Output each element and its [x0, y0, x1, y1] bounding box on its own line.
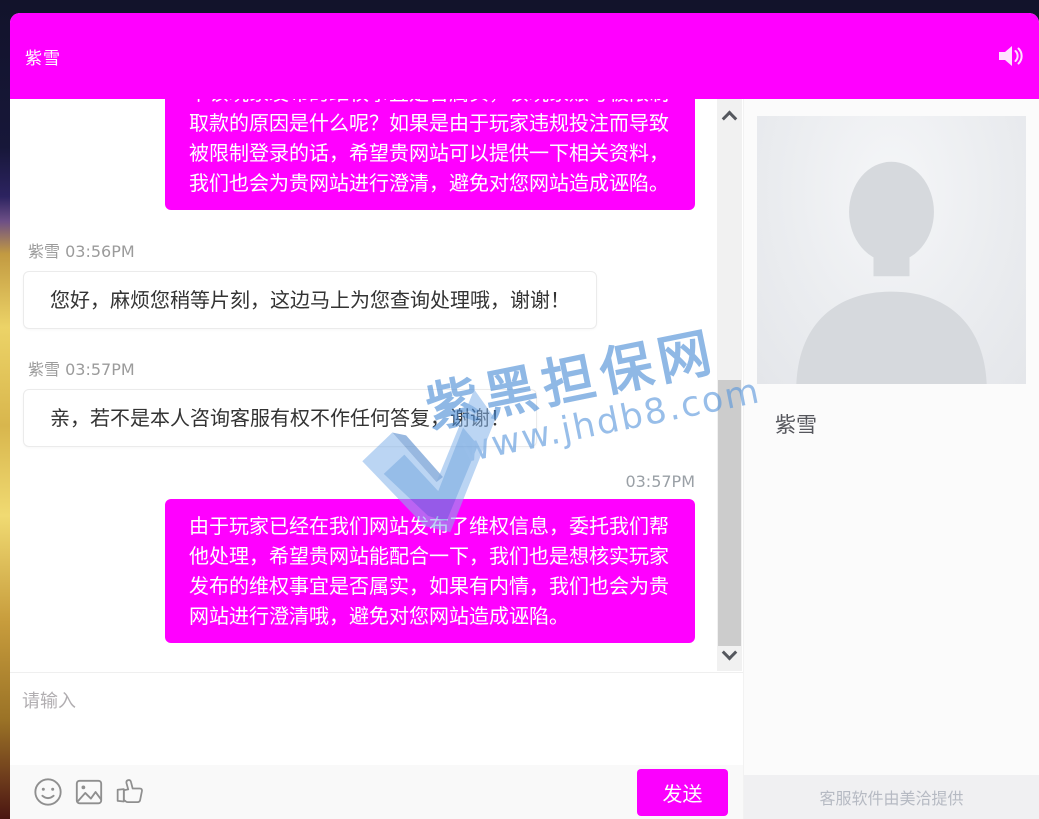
- scrollbar-thumb[interactable]: [718, 380, 741, 646]
- agent-avatar: [757, 116, 1026, 384]
- scroll-down-icon[interactable]: [717, 645, 742, 665]
- chat-column: 下该玩家发布的维权事宜是否属实，该玩家账号被限制取款的原因是什么呢？如果是由于玩…: [10, 99, 743, 819]
- emoji-icon[interactable]: [33, 777, 63, 807]
- message-bubble-outgoing: 下该玩家发布的维权事宜是否属实，该玩家账号被限制取款的原因是什么呢？如果是由于玩…: [165, 99, 695, 210]
- message-list: 下该玩家发布的维权事宜是否属实，该玩家账号被限制取款的原因是什么呢？如果是由于玩…: [10, 99, 743, 672]
- thumbs-up-icon[interactable]: [115, 777, 145, 807]
- message-meta: 紫雪 03:56PM: [28, 238, 135, 262]
- header-agent-name: 紫雪: [25, 44, 61, 69]
- send-button[interactable]: 发送: [637, 769, 728, 816]
- message-meta: 紫雪 03:57PM: [28, 356, 135, 380]
- message-timestamp: 03:57PM: [625, 472, 695, 491]
- chat-input[interactable]: 请输入: [10, 672, 743, 765]
- speaker-icon[interactable]: [998, 44, 1025, 68]
- message-bubble-incoming: 亲，若不是本人咨询客服有权不作任何答复，谢谢！: [23, 389, 537, 447]
- sidebar: 紫雪 客服软件由美洽提供: [743, 99, 1039, 819]
- chat-toolbar: 发送: [10, 765, 743, 819]
- agent-name: 紫雪: [775, 409, 1039, 439]
- app-background: { "header": { "title": "紫雪" }, "chat": {…: [0, 0, 1039, 819]
- chat-widget: 紫雪 下该玩家发布的维权事宜是否属实，该玩家账号被限制取款的原因是什么呢？如果是…: [10, 13, 1039, 819]
- widget-body: 下该玩家发布的维权事宜是否属实，该玩家账号被限制取款的原因是什么呢？如果是由于玩…: [10, 99, 1039, 819]
- page-behind-widget: [0, 0, 10, 819]
- person-silhouette-icon: [757, 127, 1026, 384]
- message-bubble-incoming: 您好，麻烦您稍等片刻，这边马上为您查询处理哦，谢谢！: [23, 271, 597, 329]
- sidebar-footer-note: 客服软件由美洽提供: [744, 775, 1039, 819]
- chat-header: 紫雪: [10, 13, 1039, 99]
- image-icon[interactable]: [74, 777, 104, 807]
- scroll-up-icon[interactable]: [717, 105, 742, 125]
- message-bubble-outgoing: 由于玩家已经在我们网站发布了维权信息，委托我们帮他处理，希望贵网站能配合一下，我…: [165, 499, 695, 643]
- chat-input-placeholder: 请输入: [22, 687, 731, 713]
- chat-scrollbar[interactable]: [717, 99, 742, 671]
